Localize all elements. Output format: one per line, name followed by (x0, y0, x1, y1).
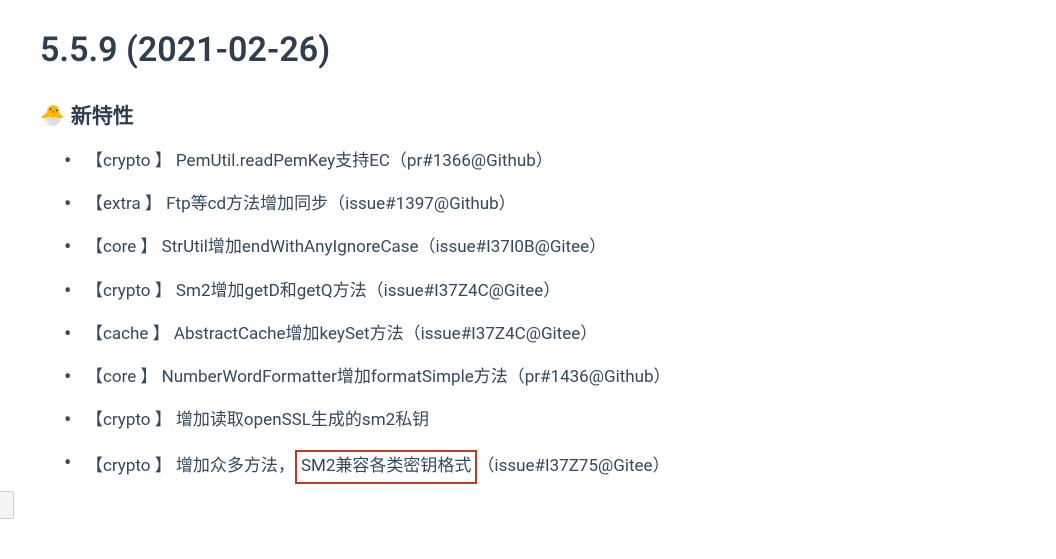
list-item: 【core 】 StrUtil增加endWithAnyIgnoreCase（is… (68, 234, 1016, 261)
item-text: Sm2增加getD和getQ方法（issue#I37Z4C@Gitee） (172, 281, 561, 301)
item-text: Ftp等cd方法增加同步（issue#1397@Github） (162, 194, 516, 214)
module-tag: 【crypto 】 (86, 410, 172, 430)
item-text: NumberWordFormatter增加formatSimple方法（pr#1… (157, 367, 670, 387)
list-item: 【crypto 】 增加读取openSSL生成的sm2私钥 (68, 407, 1016, 434)
module-tag: 【core 】 (86, 367, 157, 387)
list-item: 【core 】 NumberWordFormatter增加formatSimpl… (68, 364, 1016, 391)
section-heading-new-features: 🐣 新特性 (40, 100, 1016, 130)
hatching-chick-icon: 🐣 (40, 103, 65, 127)
item-text: AbstractCache增加keySet方法（issue#I37Z4C@Git… (170, 324, 598, 344)
list-item: 【cache 】 AbstractCache增加keySet方法（issue#I… (68, 321, 1016, 348)
list-item: 【crypto 】 PemUtil.readPemKey支持EC（pr#1366… (68, 148, 1016, 175)
module-tag: 【crypto 】 (86, 151, 172, 171)
section-title: 新特性 (71, 100, 134, 130)
item-text-prefix: 增加众多方法， (172, 456, 295, 476)
module-tag: 【core 】 (86, 237, 157, 257)
feature-list: 【crypto 】 PemUtil.readPemKey支持EC（pr#1366… (40, 148, 1016, 484)
module-tag: 【crypto 】 (86, 456, 172, 476)
item-text-suffix: （issue#I37Z75@Gitee） (477, 456, 669, 476)
module-tag: 【cache 】 (86, 324, 170, 344)
module-tag: 【extra 】 (86, 194, 162, 214)
list-item: 【crypto 】 增加众多方法，SM2兼容各类密钥格式（issue#I37Z7… (68, 450, 1016, 483)
item-text: PemUtil.readPemKey支持EC（pr#1366@Github） (172, 151, 553, 171)
item-text: StrUtil增加endWithAnyIgnoreCase（issue#I37I… (157, 237, 606, 257)
list-item: 【crypto 】 Sm2增加getD和getQ方法（issue#I37Z4C@… (68, 278, 1016, 305)
list-item: 【extra 】 Ftp等cd方法增加同步（issue#1397@Github） (68, 191, 1016, 218)
item-text: 增加读取openSSL生成的sm2私钥 (172, 410, 429, 430)
module-tag: 【crypto 】 (86, 281, 172, 301)
highlight-box: SM2兼容各类密钥格式 (295, 450, 478, 483)
sidebar-toggle-tab[interactable] (0, 491, 14, 519)
changelog-version-heading: 5.5.9 (2021-02-26) (40, 30, 1016, 70)
